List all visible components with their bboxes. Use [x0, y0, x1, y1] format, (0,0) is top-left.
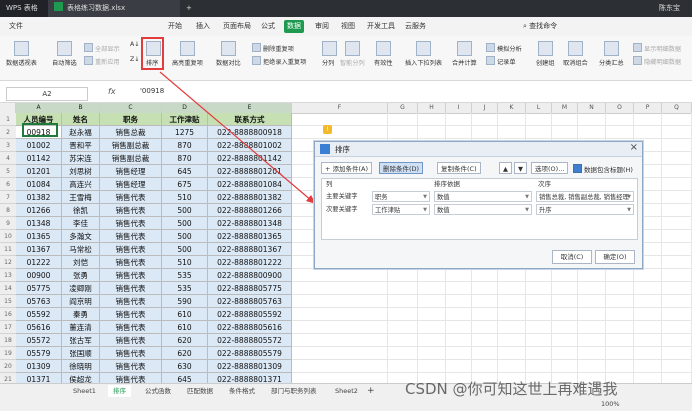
- secondary-basis-value: 数值: [437, 207, 450, 214]
- checkbox-checked-icon: [573, 164, 582, 173]
- sort-dialog-icon: [320, 144, 330, 154]
- secondary-key-label: 次要关键字: [326, 206, 358, 213]
- warning-icon[interactable]: !: [323, 125, 332, 134]
- dialog-title: 排序: [335, 145, 350, 154]
- secondary-column-select[interactable]: 工作津贴 ▼: [372, 204, 430, 215]
- primary-order-value: 销售总裁, 销售副总裁, 销售经理: [539, 194, 629, 201]
- copy-condition-button[interactable]: 复制条件(C): [437, 162, 481, 174]
- primary-basis-value: 数值: [437, 194, 450, 201]
- dialog-title-bar: 排序 ×: [315, 142, 642, 157]
- order-col-header: 次序: [538, 180, 551, 188]
- primary-order-select[interactable]: 销售总裁, 销售副总裁, 销售经理 ▼: [536, 191, 634, 202]
- ok-button[interactable]: 确定(O): [595, 250, 635, 264]
- header-checkbox[interactable]: 数据包含标题(H): [573, 164, 633, 174]
- column-col-header: 列: [326, 180, 333, 188]
- chevron-down-icon: ▼: [627, 207, 631, 213]
- chevron-down-icon: ▼: [423, 194, 427, 200]
- sort-conditions-table: 列 排序依据 次序 主要关键字 职务 ▼ 数值 ▼ 销售总裁, 销售副总裁, 销售经…: [321, 178, 638, 240]
- arrow-line: [159, 71, 313, 202]
- secondary-order-value: 升序: [539, 207, 552, 214]
- secondary-order-select[interactable]: 升序 ▼: [536, 204, 634, 215]
- chevron-down-icon: ▼: [627, 194, 631, 200]
- secondary-basis-select[interactable]: 数值 ▼: [434, 204, 532, 215]
- delete-condition-button[interactable]: 删除条件(D): [379, 162, 424, 174]
- basis-col-header: 排序依据: [434, 180, 460, 188]
- sort-dialog: 排序 × + 添加条件(A) 删除条件(D) 复制条件(C) ▲ ▼ 选项(O)…: [314, 141, 643, 269]
- watermark: CSDN @你可知这世上再难遇我: [405, 380, 618, 398]
- sort-row-secondary: 次要关键字 工作津贴 ▼ 数值 ▼ 升序 ▼: [322, 204, 637, 216]
- move-up-button[interactable]: ▲: [499, 162, 512, 174]
- primary-key-label: 主要关键字: [326, 193, 358, 200]
- move-down-button[interactable]: ▼: [514, 162, 527, 174]
- header-checkbox-label: 数据包含标题(H): [584, 166, 633, 174]
- sort-row-primary: 主要关键字 职务 ▼ 数值 ▼ 销售总裁, 销售副总裁, 销售经理 ▼: [322, 191, 637, 203]
- primary-column-value: 职务: [375, 194, 388, 201]
- secondary-column-value: 工作津贴: [375, 207, 401, 214]
- close-icon[interactable]: ×: [630, 142, 638, 153]
- add-condition-button[interactable]: + 添加条件(A): [321, 162, 373, 174]
- primary-column-select[interactable]: 职务 ▼: [372, 191, 430, 202]
- chevron-down-icon: ▼: [525, 207, 529, 213]
- options-button[interactable]: 选项(O)...: [531, 162, 569, 174]
- chevron-down-icon: ▼: [525, 194, 529, 200]
- primary-basis-select[interactable]: 数值 ▼: [434, 191, 532, 202]
- cancel-button[interactable]: 取消(C): [552, 250, 592, 264]
- chevron-down-icon: ▼: [423, 207, 427, 213]
